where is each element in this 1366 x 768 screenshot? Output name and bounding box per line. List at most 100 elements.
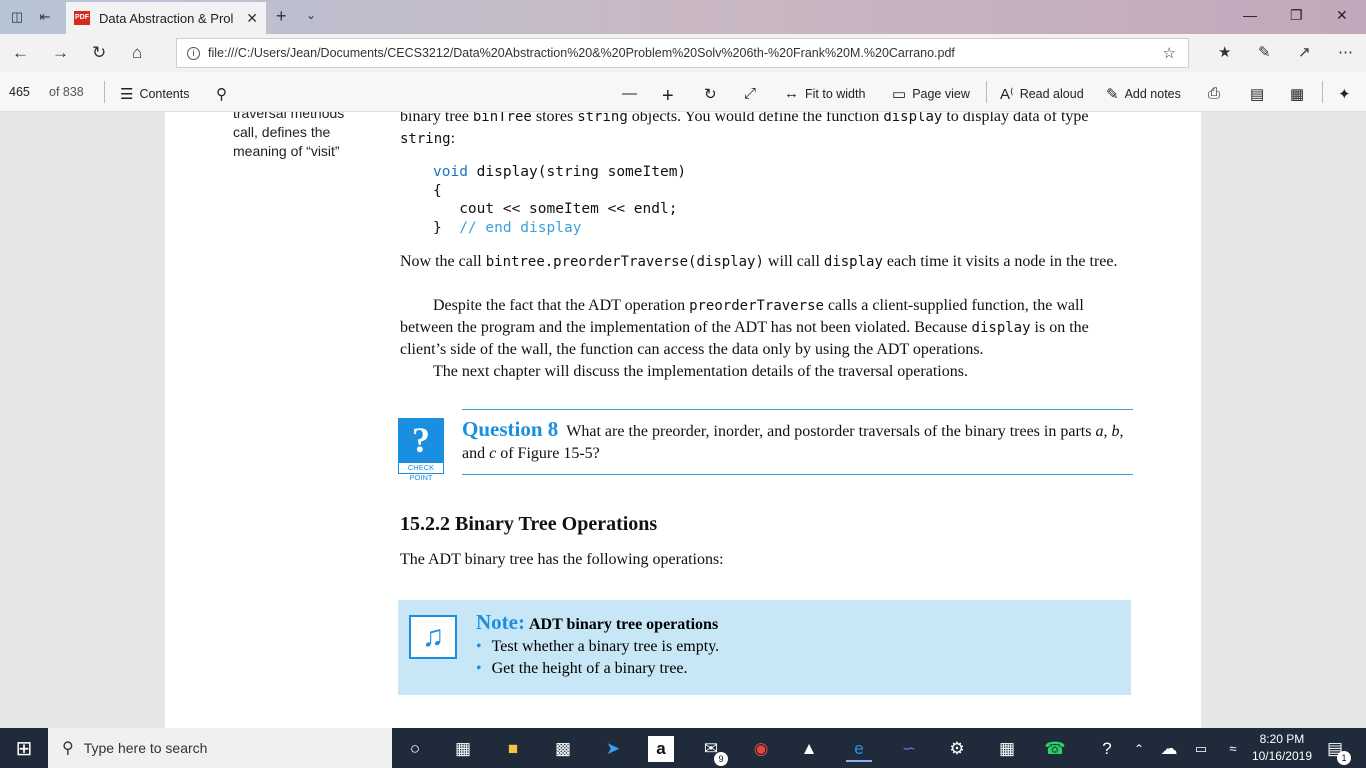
zoom-in-icon[interactable]: + xyxy=(662,85,680,108)
pdf-toolbar: 465 of 838 ☰ Contents ⚲ — + ↻ ⤢ ↔ Fit to… xyxy=(0,72,1366,112)
notification-count: 1 xyxy=(1337,751,1351,765)
whatsapp-icon[interactable]: ☎ xyxy=(1042,736,1068,762)
read-aloud-button[interactable]: A⁽ Read aloud xyxy=(1000,85,1084,103)
favorite-star-icon[interactable]: ☆ xyxy=(1163,44,1176,62)
add-notes-button[interactable]: ✎ Add notes xyxy=(1106,85,1181,103)
new-tab-icon[interactable]: + xyxy=(276,6,287,27)
chevron-down-icon[interactable]: ⌄ xyxy=(306,8,316,22)
info-icon[interactable]: i xyxy=(187,46,200,60)
question-8: Question 8 What are the preorder, inorde… xyxy=(462,417,1124,462)
tabs-aside-icon[interactable]: ⇤ xyxy=(36,8,54,26)
note-title: ADT binary tree operations xyxy=(528,616,719,633)
mail-icon[interactable]: ✉ 9 xyxy=(698,736,728,766)
search-icon: ⚲ xyxy=(62,740,74,757)
margin-note: traversal methods call, defines the mean… xyxy=(233,112,345,159)
visual-studio-icon[interactable]: ∽ xyxy=(896,736,922,762)
read-aloud-icon: A⁽ xyxy=(1000,86,1014,103)
visual-studio-code-icon[interactable]: ➤ xyxy=(600,736,626,762)
url-field[interactable]: i file:///C:/Users/Jean/Documents/CECS32… xyxy=(176,38,1189,68)
taskbar: ⊞ ⚲ Type here to search ○ ▦ ■ ▩ ➤ a ✉ 9 ◉… xyxy=(0,728,1366,768)
paragraph-3: The next chapter will discuss the implem… xyxy=(433,363,968,380)
list-item: • Get the height of a binary tree. xyxy=(476,660,688,677)
home-icon[interactable]: ⌂ xyxy=(132,43,142,63)
close-window-icon[interactable]: ✕ xyxy=(1336,7,1348,24)
pdf-icon: PDF xyxy=(74,11,90,25)
question-bottom-rule xyxy=(462,474,1133,475)
url-text: file:///C:/Users/Jean/Documents/CECS3212… xyxy=(208,46,955,60)
paragraph-1: Now the call bintree.preorderTraverse(di… xyxy=(400,253,1118,270)
back-icon[interactable]: ← xyxy=(12,43,29,63)
note-box: ♫ Note: ADT binary tree operations • Test… xyxy=(398,600,1131,695)
save-as-icon[interactable]: ▦ xyxy=(1290,85,1310,103)
share-icon[interactable]: ↗ xyxy=(1298,43,1311,61)
note-list: • Test whether a binary tree is empty. • G… xyxy=(476,636,719,680)
tab-pdf[interactable]: PDF Data Abstraction & Prol ✕ xyxy=(66,2,266,34)
clock-date: 10/16/2019 xyxy=(1251,749,1312,763)
task-view-icon[interactable]: ▦ xyxy=(450,736,476,762)
more-icon[interactable]: ⋯ xyxy=(1338,43,1353,61)
rotate-icon[interactable]: ↻ xyxy=(704,85,723,103)
checkpoint-icon: ? CHECK POINT xyxy=(398,418,444,482)
windows-start-icon[interactable]: ⊞ xyxy=(11,736,37,762)
close-tab-icon[interactable]: ✕ xyxy=(246,10,258,27)
chevron-up-icon[interactable]: ⌃ xyxy=(1126,736,1152,762)
forward-icon[interactable]: → xyxy=(52,43,69,63)
note-label: Note: xyxy=(476,610,525,634)
section-text: The ADT binary tree has the following op… xyxy=(400,551,724,568)
save-icon[interactable]: ▤ xyxy=(1250,85,1270,103)
edge-icon[interactable]: e xyxy=(846,736,872,762)
tab-title: Data Abstraction & Prol xyxy=(99,10,234,26)
set-aside-tabs-icon[interactable]: ◫ xyxy=(8,8,26,26)
print-icon[interactable]: ⎙ xyxy=(1208,85,1226,102)
onedrive-icon[interactable]: ☁ xyxy=(1156,736,1182,762)
tab-bar: ◫ ⇤ PDF Data Abstraction & Prol ✕ + ⌄ — … xyxy=(0,0,1366,34)
fit-width-icon: ↔ xyxy=(784,85,799,102)
photos-icon[interactable]: ▲ xyxy=(796,736,822,762)
divider xyxy=(986,81,987,103)
pdf-page: traversal methods call, defines the mean… xyxy=(165,112,1201,728)
pen-icon[interactable]: ✎ xyxy=(1258,43,1271,61)
mail-badge: 9 xyxy=(714,752,728,766)
zoom-out-icon[interactable]: — xyxy=(622,85,643,102)
search-icon[interactable]: ⚲ xyxy=(216,85,233,103)
notification-icon[interactable]: ▤ 1 xyxy=(1322,736,1351,765)
refresh-icon[interactable]: ↻ xyxy=(92,43,106,63)
battery-icon[interactable]: ▭ xyxy=(1188,736,1214,762)
divider xyxy=(1322,81,1323,103)
help-icon[interactable]: ? xyxy=(1094,736,1120,762)
code-block: void display(string someItem) { cout << … xyxy=(433,164,687,236)
clock[interactable]: 8:20 PM 10/16/2019 xyxy=(1252,731,1312,765)
page-number-field[interactable]: 465 xyxy=(9,85,30,99)
clock-time: 8:20 PM xyxy=(1259,732,1305,746)
question-label: Question 8 xyxy=(462,417,559,441)
intro-paragraph: binary tree binTree stores string object… xyxy=(400,112,1089,147)
cortana-icon[interactable]: ○ xyxy=(402,736,428,762)
minimize-icon[interactable]: — xyxy=(1243,7,1257,23)
search-placeholder: Type here to search xyxy=(83,740,208,756)
section-heading: 15.2.2 Binary Tree Operations xyxy=(400,513,658,535)
pen-icon: ✎ xyxy=(1106,86,1119,103)
bullet-icon: • xyxy=(476,638,482,655)
music-note-icon: ♫ xyxy=(409,615,457,659)
address-bar: ← → ↻ ⌂ i file:///C:/Users/Jean/Document… xyxy=(0,34,1366,72)
page-icon: ▭ xyxy=(892,86,907,103)
restore-icon[interactable]: ❐ xyxy=(1290,7,1303,24)
pin-toolbar-icon[interactable]: ✦ xyxy=(1338,85,1357,103)
page-view-button[interactable]: ▭ Page view xyxy=(892,85,970,103)
file-explorer-icon[interactable]: ■ xyxy=(500,736,526,762)
page-total: of 838 xyxy=(49,85,84,99)
chrome-icon[interactable]: ◉ xyxy=(748,736,774,762)
amazon-icon[interactable]: a xyxy=(648,736,674,762)
paragraph-2: Despite the fact that the ADT operation … xyxy=(400,297,1089,358)
store-icon[interactable]: ▩ xyxy=(550,736,576,762)
fit-to-width-button[interactable]: ↔ Fit to width xyxy=(784,85,865,102)
calculator-icon[interactable]: ▦ xyxy=(994,736,1020,762)
taskbar-search[interactable]: ⚲ Type here to search xyxy=(48,728,392,768)
wifi-icon[interactable]: ≈ xyxy=(1220,736,1246,762)
bullet-icon: • xyxy=(476,660,482,677)
settings-gear-icon[interactable]: ⚙ xyxy=(944,736,970,762)
full-screen-icon[interactable]: ⤢ xyxy=(744,85,762,102)
favorites-icon[interactable]: ★ xyxy=(1218,43,1231,61)
contents-button[interactable]: ☰ Contents xyxy=(120,85,189,103)
divider xyxy=(104,81,105,103)
